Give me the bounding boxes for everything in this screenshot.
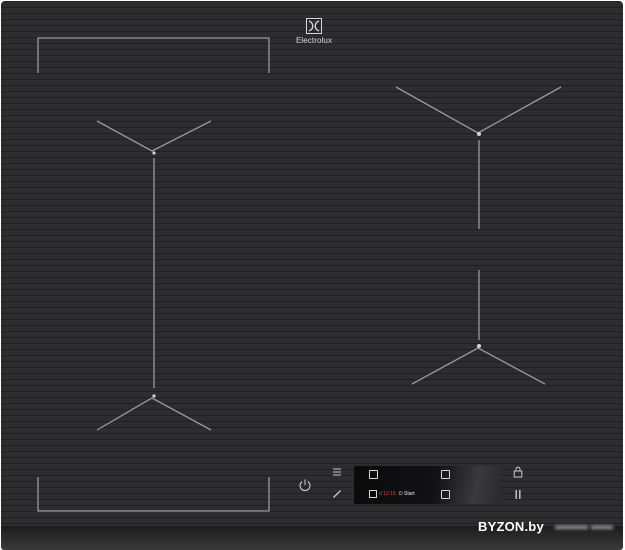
display-zone-top-right-icon[interactable] [441, 470, 450, 479]
bridge-zone-top-bracket [37, 37, 270, 73]
display-start-button[interactable]: ⏻ Start [399, 491, 415, 497]
display-zone-bottom-right-icon[interactable] [441, 490, 450, 499]
zone-right-bottom-dot [477, 344, 481, 348]
zone-left-top-dot [152, 151, 156, 155]
zone-right-bottom-marker [411, 347, 546, 385]
brand-name: Electrolux [295, 36, 333, 45]
display-zone-top-left-icon[interactable] [369, 470, 378, 479]
padlock-icon[interactable] [513, 466, 523, 478]
zone-right-top-dot [477, 132, 481, 136]
zone-right-top-marker [395, 86, 562, 134]
display-timer-digits: d 12:15 [379, 491, 396, 497]
watermark-text: BYZON.by [478, 519, 544, 534]
watermark-blurred-text: ▬▬▬ ▬▬ [555, 520, 614, 532]
bridge-zone-bottom-bracket [37, 477, 270, 512]
cooking-zone-markings [37, 37, 562, 512]
zone-left-bottom-dot [152, 394, 156, 398]
display-zone-bottom-left-icon[interactable] [369, 490, 377, 498]
flex-zone-left-bottom-marker [96, 397, 212, 431]
menu-lines-icon[interactable] [332, 467, 342, 477]
brand-logo: Electrolux [288, 18, 340, 45]
pencil-icon[interactable] [332, 489, 342, 499]
electrolux-logo-icon [306, 18, 322, 34]
power-icon[interactable] [298, 478, 312, 492]
flex-zone-left-top-marker [96, 120, 212, 152]
control-display-panel: d 12:15 ⏻ Start [354, 466, 501, 504]
display-start-label: Start [404, 491, 415, 497]
pause-icon[interactable] [513, 489, 523, 500]
display-timer-row: d 12:15 ⏻ Start [369, 490, 415, 498]
